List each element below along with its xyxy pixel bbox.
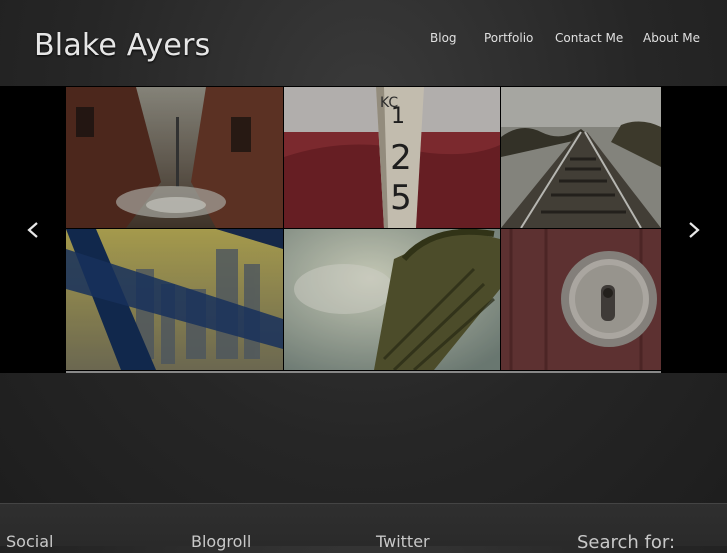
widget-title-search: Search for: <box>577 532 676 553</box>
photo-railroad[interactable] <box>501 87 661 228</box>
widget-title-blogroll: Blogroll <box>191 532 252 551</box>
photo-city-skyline[interactable] <box>66 229 283 370</box>
nav-contact-me[interactable]: Contact Me <box>555 31 623 45</box>
slider-prev-button[interactable] <box>0 86 66 373</box>
widget-title-twitter: Twitter <box>376 532 430 551</box>
photo-palm-tree[interactable] <box>284 229 500 370</box>
site-header: Blake Ayers Blog Portfolio Contact Me Ab… <box>0 0 727 86</box>
photo-deadbolt[interactable] <box>501 229 661 370</box>
photo-grid: 1 2 5 KC <box>66 87 661 373</box>
nav-portfolio[interactable]: Portfolio <box>484 31 533 45</box>
photo-slider: 1 2 5 KC <box>0 86 727 373</box>
nav-blog[interactable]: Blog <box>430 31 457 45</box>
nav-about-me[interactable]: About Me <box>643 31 700 45</box>
chevron-left-icon <box>27 221 38 238</box>
photo-kc-post[interactable]: 1 2 5 KC <box>284 87 500 228</box>
chevron-right-icon <box>689 221 700 238</box>
photo-alley[interactable] <box>66 87 283 228</box>
site-logo[interactable]: Blake Ayers <box>34 28 210 63</box>
widget-title-social: Social <box>6 532 54 551</box>
slider-next-button[interactable] <box>661 86 727 373</box>
